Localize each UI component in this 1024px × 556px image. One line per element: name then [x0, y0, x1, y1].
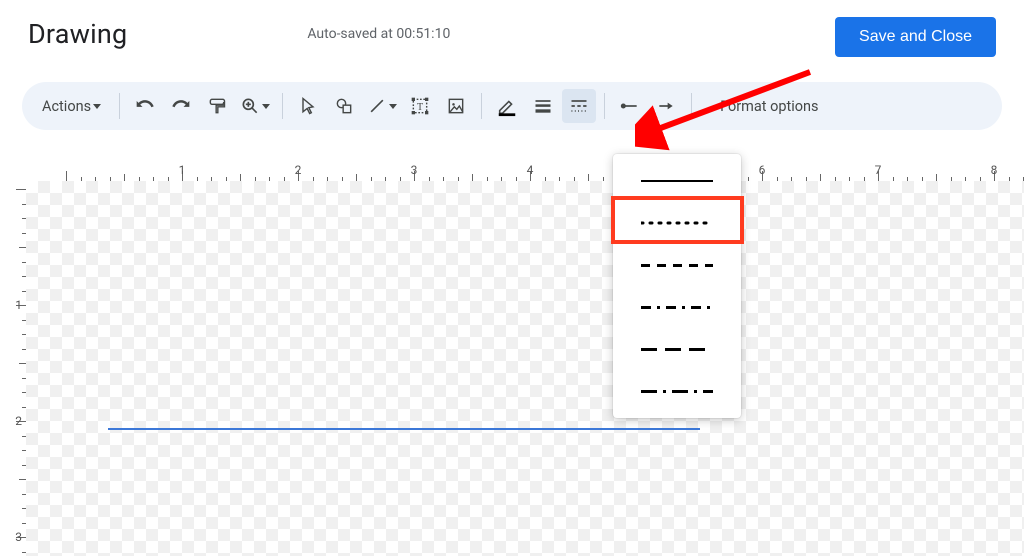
actions-label: Actions — [42, 98, 91, 115]
border-weight-button[interactable] — [526, 89, 560, 123]
dash-option-solid[interactable] — [613, 160, 741, 202]
dash-option-dotted[interactable] — [613, 202, 741, 244]
save-and-close-button[interactable]: Save and Close — [835, 17, 996, 57]
toolbar-separator — [119, 93, 120, 119]
dash-option-dashed[interactable] — [613, 244, 741, 286]
paint-format-button[interactable] — [200, 89, 234, 123]
image-icon — [446, 96, 466, 116]
line-end-icon — [656, 96, 676, 116]
toolbar-separator — [282, 93, 283, 119]
drawn-line[interactable] — [108, 428, 700, 430]
pencil-icon — [496, 95, 518, 117]
redo-button[interactable] — [164, 89, 198, 123]
toolbar-separator — [691, 93, 692, 119]
drawing-toolbar: Actions T — [22, 82, 1002, 130]
dash-option-long-dash-dot[interactable] — [613, 370, 741, 412]
drawing-canvas[interactable] — [26, 181, 1024, 556]
shape-menu[interactable] — [327, 89, 361, 123]
toolbar-separator — [604, 93, 605, 119]
redo-icon — [171, 96, 191, 116]
border-dash-button[interactable] — [562, 89, 596, 123]
horizontal-ruler: 12345678 — [26, 163, 1024, 181]
line-weight-icon — [533, 96, 553, 116]
undo-button[interactable] — [128, 89, 162, 123]
text-box-icon: T — [410, 96, 430, 116]
dialog-title: Drawing — [28, 18, 127, 50]
cursor-icon — [298, 96, 318, 116]
shapes-icon — [334, 96, 354, 116]
undo-icon — [135, 96, 155, 116]
line-start-icon — [620, 96, 640, 116]
paint-roller-icon — [207, 96, 227, 116]
line-menu[interactable] — [363, 89, 401, 123]
line-dash-dropdown — [613, 154, 741, 418]
zoom-icon — [240, 96, 260, 116]
line-dash-icon — [569, 96, 589, 116]
caret-down-icon — [93, 104, 101, 109]
zoom-menu[interactable] — [236, 89, 274, 123]
line-icon — [367, 96, 387, 116]
image-button[interactable] — [439, 89, 473, 123]
svg-text:T: T — [417, 102, 423, 113]
dash-option-long-dash[interactable] — [613, 328, 741, 370]
header-bar: Drawing Auto-saved at 00:51:10 Save and … — [0, 0, 1024, 64]
line-end-button[interactable] — [649, 89, 683, 123]
actions-menu[interactable]: Actions — [32, 89, 111, 123]
vertical-ruler: 123 — [8, 181, 26, 556]
caret-down-icon — [389, 104, 397, 109]
autosave-status: Auto-saved at 00:51:10 — [307, 26, 450, 42]
dash-option-dash-dot[interactable] — [613, 286, 741, 328]
select-tool[interactable] — [291, 89, 325, 123]
border-color-button[interactable] — [490, 89, 524, 123]
format-options-button[interactable]: Format options — [710, 89, 828, 123]
line-start-button[interactable] — [613, 89, 647, 123]
caret-down-icon — [262, 104, 270, 109]
toolbar-separator — [481, 93, 482, 119]
text-box-button[interactable]: T — [403, 89, 437, 123]
